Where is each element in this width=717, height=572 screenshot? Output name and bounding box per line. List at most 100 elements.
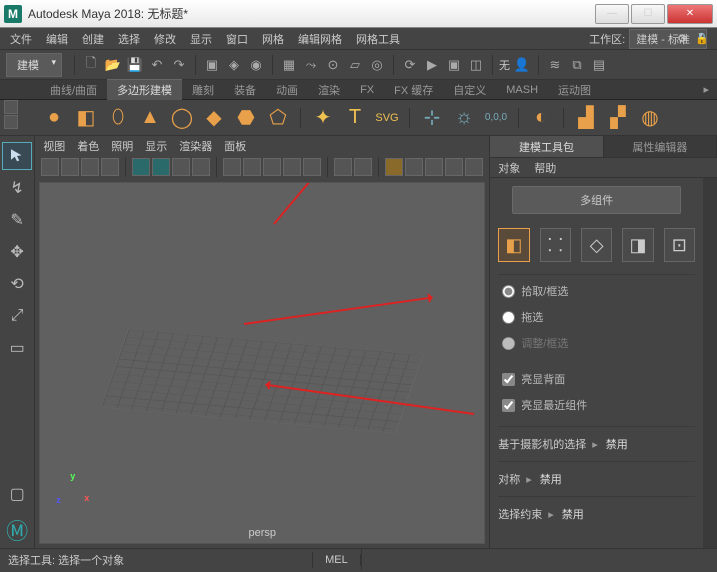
reset-xform-icon[interactable]: 0,0,0	[482, 104, 510, 132]
pick-marquee-radio[interactable]	[502, 285, 515, 298]
expand-icon[interactable]: ▸	[548, 508, 554, 521]
poly-disc-icon[interactable]: ⬣	[232, 104, 260, 132]
vp-cams-icon[interactable]	[445, 158, 463, 176]
poly-sphere-icon[interactable]: ●	[40, 104, 68, 132]
separate-icon[interactable]: ▞	[604, 104, 632, 132]
menu-create[interactable]: 创建	[82, 31, 104, 47]
viewport-canvas[interactable]: y x z persp	[39, 182, 485, 544]
poly-plane-icon[interactable]: ◆	[200, 104, 228, 132]
shelf-tab-mash[interactable]: MASH	[496, 82, 548, 98]
multi-component-button[interactable]: 多组件	[512, 186, 681, 214]
vp-texture-icon[interactable]	[263, 158, 281, 176]
tab-attribute-editor[interactable]: 属性编辑器	[604, 136, 717, 157]
maximize-button[interactable]: ☐	[631, 4, 665, 24]
lasso-tool[interactable]: ↯	[2, 174, 32, 202]
mel-label[interactable]: MEL	[313, 554, 361, 566]
menu-display[interactable]: 显示	[190, 31, 212, 47]
vp-polys-icon[interactable]	[385, 158, 403, 176]
shelf-tab-curves[interactable]: 曲线/曲面	[40, 80, 107, 100]
menu-modify[interactable]: 修改	[154, 31, 176, 47]
poly-cone-icon[interactable]: ▲	[136, 104, 164, 132]
poly-cylinder-icon[interactable]: ⬯	[104, 104, 132, 132]
shelf-tab-polymodel[interactable]: 多边形建模	[107, 79, 182, 100]
scale-tool[interactable]: ⤢	[2, 302, 32, 330]
object-mode-icon[interactable]: ◧	[498, 228, 529, 262]
menu-mesh[interactable]: 网格	[262, 31, 284, 47]
poly-platonic-icon[interactable]: ⬠	[264, 104, 292, 132]
vp-joints-icon[interactable]	[465, 158, 483, 176]
edge-mode-icon[interactable]: ◇	[581, 228, 612, 262]
mtk-menu-object[interactable]: 对象	[498, 160, 520, 176]
vp-menu-shading[interactable]: 着色	[77, 138, 99, 154]
vp-imageplane-icon[interactable]	[101, 158, 119, 176]
shelf-tab-anim[interactable]: 动画	[266, 80, 308, 100]
mirror-icon[interactable]: ◐	[527, 104, 555, 132]
poly-type-icon[interactable]: T	[341, 104, 369, 132]
last-tool[interactable]: ▭	[2, 334, 32, 362]
snap-live-icon[interactable]: ◎	[367, 55, 387, 75]
shelf-menu-icon[interactable]	[4, 115, 18, 129]
minimize-button[interactable]: —	[595, 4, 629, 24]
tab-modeling-toolkit[interactable]: 建模工具包	[490, 136, 603, 157]
pivot-icon[interactable]: ⊹	[418, 104, 446, 132]
new-scene-icon[interactable]: 🗋	[81, 55, 101, 75]
lock-icon[interactable]: 🔒	[695, 32, 709, 45]
shelf-tab-fx[interactable]: FX	[350, 82, 384, 98]
select-hier-icon[interactable]: ▣	[202, 55, 222, 75]
shelf-tab-custom[interactable]: 自定义	[443, 80, 496, 100]
close-button[interactable]: ✕	[667, 4, 713, 24]
highlight-nearest-check[interactable]	[502, 399, 515, 412]
menu-editmesh[interactable]: 编辑网格	[298, 31, 342, 47]
undo-icon[interactable]: ↶	[147, 55, 167, 75]
select-tool[interactable]	[2, 142, 32, 170]
vp-cam-select-icon[interactable]	[41, 158, 59, 176]
vp-nurbs-icon[interactable]	[405, 158, 423, 176]
vp-lights-icon[interactable]	[283, 158, 301, 176]
snap-curve-icon[interactable]: ⤳	[301, 55, 321, 75]
menu-meshtools[interactable]: 网格工具	[356, 31, 400, 47]
settings-icon[interactable]: ⚙	[677, 32, 687, 45]
vp-isolate-icon[interactable]	[334, 158, 352, 176]
vp-xray-icon[interactable]	[354, 158, 372, 176]
constraint-value[interactable]: 禁用	[562, 506, 584, 522]
poly-torus-icon[interactable]: ◯	[168, 104, 196, 132]
poly-star-icon[interactable]: ✦	[309, 104, 337, 132]
mtk-menu-help[interactable]: 帮助	[534, 160, 556, 176]
vp-shadows-icon[interactable]	[303, 158, 321, 176]
menu-edit[interactable]: 编辑	[46, 31, 68, 47]
vp-menu-lighting[interactable]: 照明	[111, 138, 133, 154]
save-scene-icon[interactable]: 💾	[125, 55, 145, 75]
snap-grid-icon[interactable]: ▦	[279, 55, 299, 75]
vp-filmgate-icon[interactable]	[152, 158, 170, 176]
vp-bookmark-icon[interactable]	[81, 158, 99, 176]
poly-svg-icon[interactable]: SVG	[373, 104, 401, 132]
render-icon[interactable]: ▶	[422, 55, 442, 75]
vp-shaded-icon[interactable]	[243, 158, 261, 176]
select-obj-icon[interactable]: ◈	[224, 55, 244, 75]
shelf-toggle-icon[interactable]	[4, 100, 18, 114]
shelf-tab-sculpt[interactable]: 雕刻	[182, 80, 224, 100]
history-icon[interactable]: ⟳	[400, 55, 420, 75]
right-scrollbar[interactable]	[703, 178, 717, 548]
account-icon[interactable]: 👤	[512, 55, 532, 75]
snap-plane-icon[interactable]: ▱	[345, 55, 365, 75]
vp-resgate-icon[interactable]	[172, 158, 190, 176]
select-comp-icon[interactable]: ◉	[246, 55, 266, 75]
rotate-tool[interactable]: ⟲	[2, 270, 32, 298]
layout-single-icon[interactable]: ▢	[2, 480, 32, 508]
vp-menu-view[interactable]: 视图	[43, 138, 65, 154]
render-settings-icon[interactable]: ◫	[466, 55, 486, 75]
vp-menu-show[interactable]: 显示	[145, 138, 167, 154]
smooth-icon[interactable]: ◍	[636, 104, 664, 132]
menu-file[interactable]: 文件	[10, 31, 32, 47]
move-tool[interactable]: ✥	[2, 238, 32, 266]
menu-select[interactable]: 选择	[118, 31, 140, 47]
vp-gatemask-icon[interactable]	[192, 158, 210, 176]
expand-icon[interactable]: ▸	[526, 473, 532, 486]
vp-lights2-icon[interactable]	[425, 158, 443, 176]
shelf-tab-fxcache[interactable]: FX 缓存	[384, 80, 443, 100]
shelf-tab-render[interactable]: 渲染	[308, 80, 350, 100]
menu-window[interactable]: 窗口	[226, 31, 248, 47]
combine-icon[interactable]: ▟	[572, 104, 600, 132]
expand-icon[interactable]: ▸	[592, 438, 598, 451]
